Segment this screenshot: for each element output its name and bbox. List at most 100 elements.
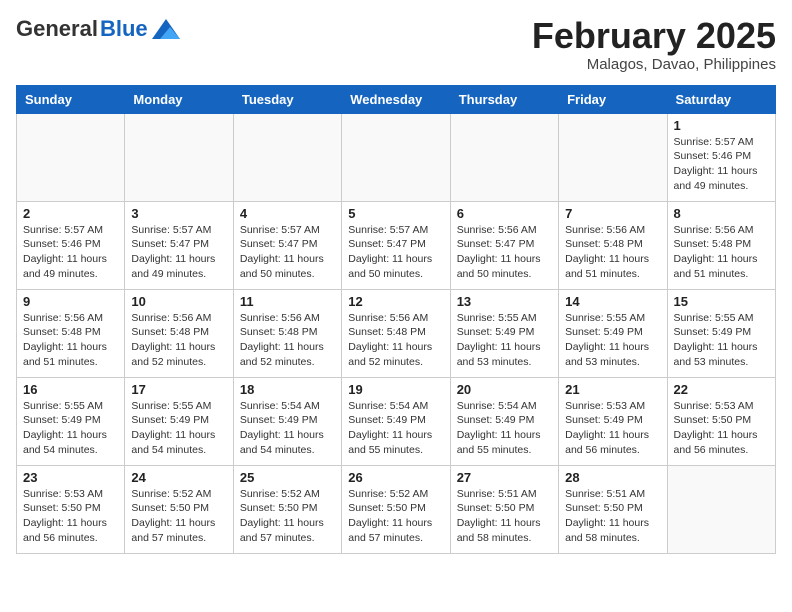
day-info: Sunrise: 5:57 AM Sunset: 5:47 PM Dayligh… bbox=[348, 223, 443, 282]
day-number: 26 bbox=[348, 470, 443, 485]
day-info: Sunrise: 5:53 AM Sunset: 5:50 PM Dayligh… bbox=[674, 399, 769, 458]
day-number: 28 bbox=[565, 470, 660, 485]
calendar-cell bbox=[667, 465, 775, 553]
weekday-header: Friday bbox=[559, 85, 667, 113]
day-number: 3 bbox=[131, 206, 226, 221]
day-info: Sunrise: 5:54 AM Sunset: 5:49 PM Dayligh… bbox=[240, 399, 335, 458]
calendar-cell: 16 Sunrise: 5:55 AM Sunset: 5:49 PM Dayli… bbox=[17, 377, 125, 465]
weekday-header: Saturday bbox=[667, 85, 775, 113]
calendar-cell: 8 Sunrise: 5:56 AM Sunset: 5:48 PM Daylig… bbox=[667, 201, 775, 289]
calendar-cell: 12 Sunrise: 5:56 AM Sunset: 5:48 PM Dayli… bbox=[342, 289, 450, 377]
day-info: Sunrise: 5:56 AM Sunset: 5:47 PM Dayligh… bbox=[457, 223, 552, 282]
day-info: Sunrise: 5:57 AM Sunset: 5:47 PM Dayligh… bbox=[240, 223, 335, 282]
location: Malagos, Davao, Philippines bbox=[532, 56, 776, 73]
day-number: 11 bbox=[240, 294, 335, 309]
calendar-cell: 2 Sunrise: 5:57 AM Sunset: 5:46 PM Daylig… bbox=[17, 201, 125, 289]
calendar-cell bbox=[233, 113, 341, 201]
day-info: Sunrise: 5:56 AM Sunset: 5:48 PM Dayligh… bbox=[674, 223, 769, 282]
day-number: 21 bbox=[565, 382, 660, 397]
day-info: Sunrise: 5:52 AM Sunset: 5:50 PM Dayligh… bbox=[240, 487, 335, 546]
day-info: Sunrise: 5:56 AM Sunset: 5:48 PM Dayligh… bbox=[565, 223, 660, 282]
day-number: 15 bbox=[674, 294, 769, 309]
calendar-cell: 10 Sunrise: 5:56 AM Sunset: 5:48 PM Dayli… bbox=[125, 289, 233, 377]
day-info: Sunrise: 5:56 AM Sunset: 5:48 PM Dayligh… bbox=[240, 311, 335, 370]
weekday-header: Sunday bbox=[17, 85, 125, 113]
page-header: General Blue February 2025 Malagos, Dava… bbox=[16, 16, 776, 73]
calendar-cell: 24 Sunrise: 5:52 AM Sunset: 5:50 PM Dayli… bbox=[125, 465, 233, 553]
day-info: Sunrise: 5:57 AM Sunset: 5:46 PM Dayligh… bbox=[674, 135, 769, 194]
logo-general: General bbox=[16, 16, 98, 42]
calendar-cell: 9 Sunrise: 5:56 AM Sunset: 5:48 PM Daylig… bbox=[17, 289, 125, 377]
day-number: 16 bbox=[23, 382, 118, 397]
day-number: 7 bbox=[565, 206, 660, 221]
day-number: 17 bbox=[131, 382, 226, 397]
day-info: Sunrise: 5:54 AM Sunset: 5:49 PM Dayligh… bbox=[348, 399, 443, 458]
calendar-cell: 26Sunrise: 5:52 AM Sunset: 5:50 PM Dayli… bbox=[342, 465, 450, 553]
day-info: Sunrise: 5:57 AM Sunset: 5:46 PM Dayligh… bbox=[23, 223, 118, 282]
weekday-header: Monday bbox=[125, 85, 233, 113]
day-info: Sunrise: 5:52 AM Sunset: 5:50 PM Dayligh… bbox=[131, 487, 226, 546]
calendar-header-row: SundayMondayTuesdayWednesdayThursdayFrid… bbox=[17, 85, 776, 113]
day-number: 1 bbox=[674, 118, 769, 133]
calendar-week-row: 1 Sunrise: 5:57 AM Sunset: 5:46 PM Daylig… bbox=[17, 113, 776, 201]
logo: General Blue bbox=[16, 16, 180, 42]
day-info: Sunrise: 5:53 AM Sunset: 5:50 PM Dayligh… bbox=[23, 487, 118, 546]
day-info: Sunrise: 5:56 AM Sunset: 5:48 PM Dayligh… bbox=[23, 311, 118, 370]
weekday-header: Wednesday bbox=[342, 85, 450, 113]
weekday-header: Tuesday bbox=[233, 85, 341, 113]
day-number: 2 bbox=[23, 206, 118, 221]
day-number: 5 bbox=[348, 206, 443, 221]
calendar-cell: 11 Sunrise: 5:56 AM Sunset: 5:48 PM Dayli… bbox=[233, 289, 341, 377]
day-info: Sunrise: 5:55 AM Sunset: 5:49 PM Dayligh… bbox=[457, 311, 552, 370]
day-number: 19 bbox=[348, 382, 443, 397]
day-number: 6 bbox=[457, 206, 552, 221]
calendar-cell: 19 Sunrise: 5:54 AM Sunset: 5:49 PM Dayli… bbox=[342, 377, 450, 465]
calendar-table: SundayMondayTuesdayWednesdayThursdayFrid… bbox=[16, 85, 776, 554]
day-number: 10 bbox=[131, 294, 226, 309]
day-info: Sunrise: 5:56 AM Sunset: 5:48 PM Dayligh… bbox=[348, 311, 443, 370]
calendar-cell bbox=[559, 113, 667, 201]
calendar-cell: 17Sunrise: 5:55 AM Sunset: 5:49 PM Dayli… bbox=[125, 377, 233, 465]
calendar-cell bbox=[125, 113, 233, 201]
calendar-cell: 15 Sunrise: 5:55 AM Sunset: 5:49 PM Dayli… bbox=[667, 289, 775, 377]
calendar-week-row: 9 Sunrise: 5:56 AM Sunset: 5:48 PM Daylig… bbox=[17, 289, 776, 377]
calendar-cell: 7 Sunrise: 5:56 AM Sunset: 5:48 PM Daylig… bbox=[559, 201, 667, 289]
day-number: 9 bbox=[23, 294, 118, 309]
day-number: 12 bbox=[348, 294, 443, 309]
calendar-cell: 25Sunrise: 5:52 AM Sunset: 5:50 PM Dayli… bbox=[233, 465, 341, 553]
calendar-cell: 21 Sunrise: 5:53 AM Sunset: 5:49 PM Dayli… bbox=[559, 377, 667, 465]
calendar-cell: 23 Sunrise: 5:53 AM Sunset: 5:50 PM Dayli… bbox=[17, 465, 125, 553]
day-info: Sunrise: 5:53 AM Sunset: 5:49 PM Dayligh… bbox=[565, 399, 660, 458]
day-info: Sunrise: 5:56 AM Sunset: 5:48 PM Dayligh… bbox=[131, 311, 226, 370]
calendar-cell: 28 Sunrise: 5:51 AM Sunset: 5:50 PM Dayli… bbox=[559, 465, 667, 553]
calendar-week-row: 2 Sunrise: 5:57 AM Sunset: 5:46 PM Daylig… bbox=[17, 201, 776, 289]
calendar-cell: 3 Sunrise: 5:57 AM Sunset: 5:47 PM Daylig… bbox=[125, 201, 233, 289]
day-number: 4 bbox=[240, 206, 335, 221]
day-info: Sunrise: 5:55 AM Sunset: 5:49 PM Dayligh… bbox=[23, 399, 118, 458]
calendar-week-row: 16 Sunrise: 5:55 AM Sunset: 5:49 PM Dayli… bbox=[17, 377, 776, 465]
day-info: Sunrise: 5:55 AM Sunset: 5:49 PM Dayligh… bbox=[565, 311, 660, 370]
day-number: 27 bbox=[457, 470, 552, 485]
day-info: Sunrise: 5:51 AM Sunset: 5:50 PM Dayligh… bbox=[565, 487, 660, 546]
calendar-cell bbox=[450, 113, 558, 201]
day-info: Sunrise: 5:51 AM Sunset: 5:50 PM Dayligh… bbox=[457, 487, 552, 546]
calendar-cell bbox=[17, 113, 125, 201]
calendar-cell: 18Sunrise: 5:54 AM Sunset: 5:49 PM Dayli… bbox=[233, 377, 341, 465]
day-info: Sunrise: 5:57 AM Sunset: 5:47 PM Dayligh… bbox=[131, 223, 226, 282]
day-number: 20 bbox=[457, 382, 552, 397]
logo-blue: Blue bbox=[100, 16, 148, 42]
day-number: 24 bbox=[131, 470, 226, 485]
logo-icon bbox=[152, 19, 180, 39]
day-number: 8 bbox=[674, 206, 769, 221]
calendar-cell: 5 Sunrise: 5:57 AM Sunset: 5:47 PM Daylig… bbox=[342, 201, 450, 289]
calendar-cell: 1 Sunrise: 5:57 AM Sunset: 5:46 PM Daylig… bbox=[667, 113, 775, 201]
calendar-cell: 22 Sunrise: 5:53 AM Sunset: 5:50 PM Dayli… bbox=[667, 377, 775, 465]
day-number: 22 bbox=[674, 382, 769, 397]
day-info: Sunrise: 5:55 AM Sunset: 5:49 PM Dayligh… bbox=[674, 311, 769, 370]
day-number: 23 bbox=[23, 470, 118, 485]
weekday-header: Thursday bbox=[450, 85, 558, 113]
calendar-cell: 14 Sunrise: 5:55 AM Sunset: 5:49 PM Dayli… bbox=[559, 289, 667, 377]
day-number: 14 bbox=[565, 294, 660, 309]
calendar-cell: 6 Sunrise: 5:56 AM Sunset: 5:47 PM Daylig… bbox=[450, 201, 558, 289]
calendar-cell: 27 Sunrise: 5:51 AM Sunset: 5:50 PM Dayli… bbox=[450, 465, 558, 553]
